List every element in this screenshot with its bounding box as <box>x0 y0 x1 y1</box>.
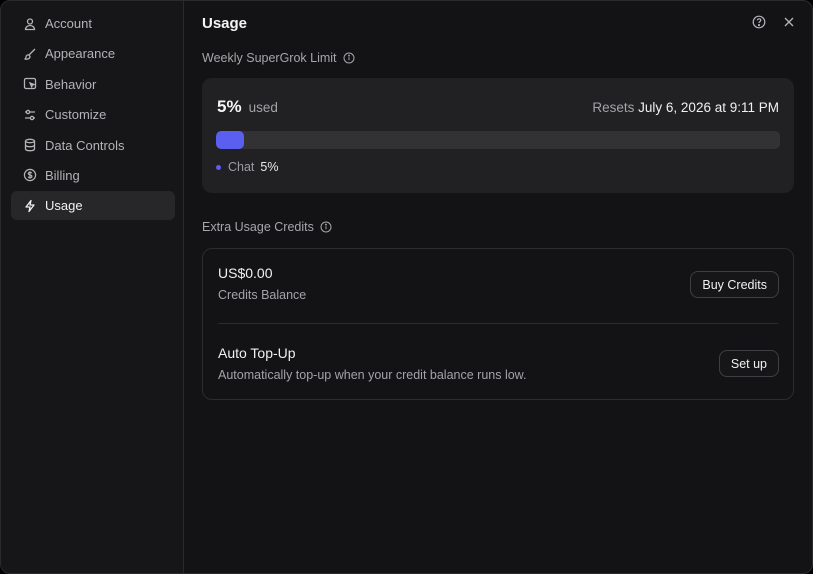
legend-name: Chat <box>228 160 255 174</box>
weekly-limit-label: Weekly SuperGrok Limit <box>202 51 355 65</box>
legend-value: 5% <box>260 160 279 174</box>
legend-dot-icon <box>216 164 221 170</box>
reset-date: July 6, 2026 at 9:11 PM <box>638 100 779 115</box>
sidebar-item-label: Data Controls <box>45 137 125 153</box>
sidebar-item-label: Appearance <box>45 46 116 62</box>
close-icon[interactable] <box>782 15 796 29</box>
settings-window: Account Appearance Behavior Customize Da… <box>0 0 813 574</box>
usage-percent: 5% <box>217 97 242 116</box>
brush-icon <box>23 47 37 61</box>
divider <box>218 323 778 324</box>
dollar-circle-icon <box>23 168 37 182</box>
help-icon[interactable] <box>752 15 766 29</box>
sidebar-item-behavior[interactable]: Behavior <box>11 70 175 99</box>
sidebar-item-label: Account <box>45 16 92 31</box>
weekly-usage-card: 5% used Resets July 6, 2026 at 9:11 PM C… <box>202 78 794 193</box>
reset-prefix: Resets <box>592 100 635 115</box>
extra-credits-label: Extra Usage Credits <box>202 220 332 234</box>
person-icon <box>23 17 37 31</box>
cursor-window-icon <box>23 77 37 91</box>
sidebar-item-account[interactable]: Account <box>11 9 175 38</box>
usage-legend: Chat 5% <box>216 160 278 174</box>
sidebar-item-data-controls[interactable]: Data Controls <box>11 131 175 160</box>
sidebar-item-appearance[interactable]: Appearance <box>11 39 175 68</box>
page-title: Usage <box>202 15 248 32</box>
auto-topup-description: Automatically top-up when your credit ba… <box>218 368 527 382</box>
auto-topup-title: Auto Top-Up <box>218 345 296 361</box>
extra-credits-text: Extra Usage Credits <box>202 220 314 234</box>
info-icon[interactable] <box>320 221 332 233</box>
database-icon <box>23 138 37 152</box>
credits-balance-label: Credits Balance <box>218 288 307 302</box>
sidebar-item-label: Behavior <box>45 76 97 92</box>
weekly-limit-text: Weekly SuperGrok Limit <box>202 51 337 65</box>
sidebar-item-usage[interactable]: Usage <box>11 191 175 221</box>
sliders-icon <box>23 108 37 122</box>
usage-progress-bar <box>216 131 780 149</box>
sidebar-item-customize[interactable]: Customize <box>11 100 175 129</box>
sidebar-item-label: Customize <box>45 107 107 123</box>
info-icon[interactable] <box>343 52 355 64</box>
reset-info: Resets July 6, 2026 at 9:11 PM <box>592 100 779 115</box>
sidebar-item-label: Billing <box>45 167 80 183</box>
credits-card: US$0.00 Credits Balance Buy Credits Auto… <box>202 248 794 400</box>
usage-used-label: used <box>248 100 278 115</box>
setup-button[interactable]: Set up <box>718 350 779 377</box>
buy-credits-button[interactable]: Buy Credits <box>690 271 779 298</box>
usage-panel: Usage Weekly SuperGrok Limit 5% used Res… <box>185 1 812 573</box>
usage-progress-fill <box>216 131 245 149</box>
lightning-icon <box>23 199 37 213</box>
sidebar-item-label: Usage <box>45 198 83 214</box>
sidebar-item-billing[interactable]: Billing <box>11 161 175 190</box>
settings-sidebar: Account Appearance Behavior Customize Da… <box>1 1 184 573</box>
credits-balance-amount: US$0.00 <box>218 265 273 281</box>
